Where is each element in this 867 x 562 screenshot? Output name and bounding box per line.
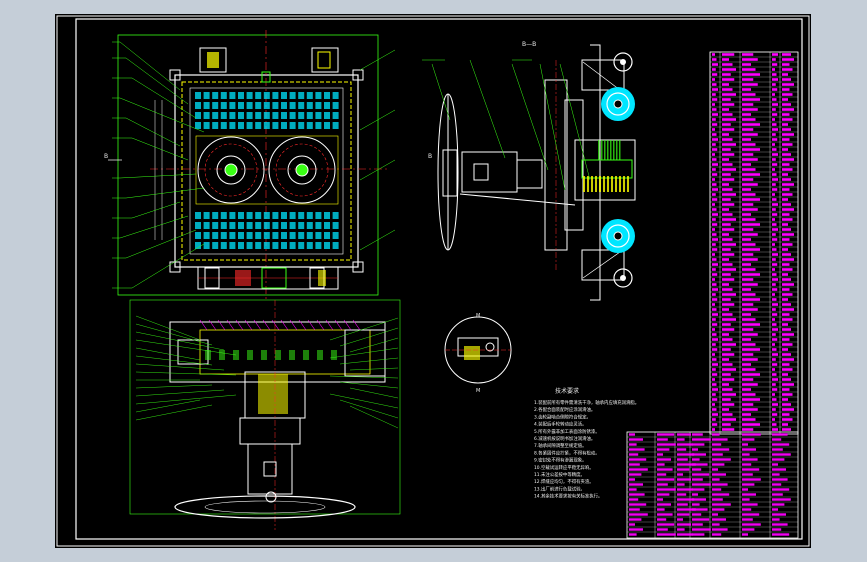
tech-note: 8.各紧固件应拧紧，不得有松动。 (534, 449, 600, 456)
tech-note: 4.装配后手轮转动应灵活。 (534, 421, 587, 428)
tech-title: 技术要求 (555, 387, 579, 395)
roller-bottom (601, 219, 635, 253)
detail-label-bottom: M (476, 388, 480, 394)
cad-viewport: B B—B B M M 技术要求 1.装配前所有零件需清洗干净，轴承内应填充润滑… (0, 0, 867, 562)
tech-note: 1.装配前所有零件需清洗干净，轴承内应填充润滑脂。 (534, 399, 639, 406)
detail-label-top: M (476, 313, 480, 319)
tech-note: 7.轴承间隙调整至规定值。 (534, 442, 587, 449)
tech-note: 6.减速机按说明书加注润滑油。 (534, 435, 595, 442)
tech-note: 2.各配合面装配时应涂润滑油。 (534, 406, 595, 413)
cad-drawing: B B—B B M M 技术要求 1.装配前所有零件需清洗干净，轴承内应填充润滑… (55, 14, 811, 548)
tech-note: 14.其余技术要求按有关标准执行。 (534, 493, 602, 500)
view-mark-b-right: B (428, 153, 432, 160)
tech-note: 5.所有外露非加工表面涂防锈漆。 (534, 428, 600, 435)
tech-note: 12.焊缝应均匀，不得有夹渣。 (534, 478, 594, 485)
tech-note: 3.齿轮副啮合侧隙符合规定。 (534, 413, 591, 420)
tech-note: 13.出厂前进行负载试验。 (534, 485, 585, 492)
roller-top (601, 87, 635, 121)
section-label-bb: B—B (522, 41, 536, 48)
tech-note: 11.未注公差按中等精度。 (534, 471, 585, 478)
tech-note: 9.密封处不得有渗漏现象。 (534, 457, 587, 464)
drawing-sheet (55, 14, 811, 548)
view-mark-b-left: B (104, 153, 108, 160)
tech-note: 10.空载试运转应平稳无异响。 (534, 464, 594, 471)
